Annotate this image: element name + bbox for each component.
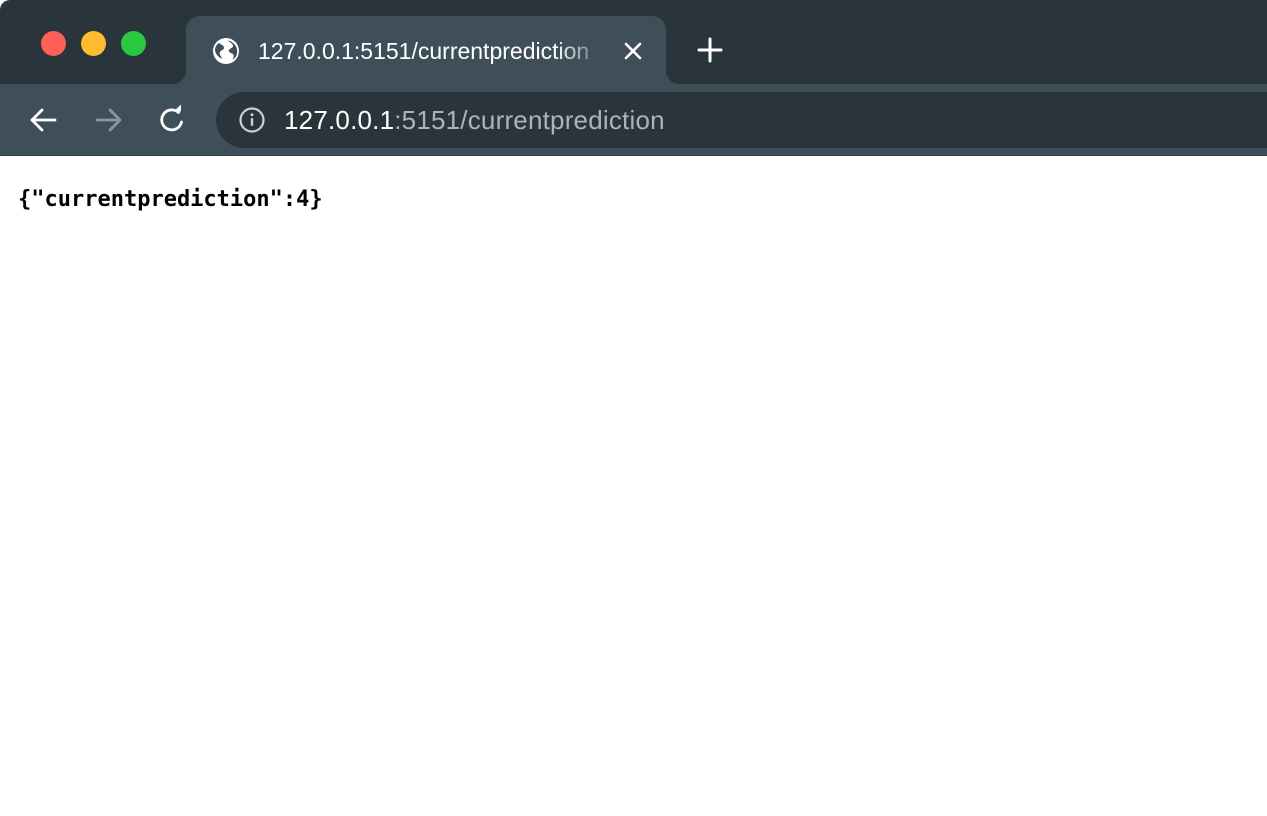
window-minimize-button[interactable]: [81, 31, 106, 56]
reload-icon[interactable]: [154, 102, 190, 138]
window-maximize-button[interactable]: [121, 31, 146, 56]
address-bar[interactable]: 127.0.0.1:5151/currentprediction: [216, 92, 1267, 148]
url-host: 127.0.0.1: [284, 105, 395, 135]
tab-title: 127.0.0.1:5151/currentprediction: [258, 38, 590, 64]
arrow-left-icon[interactable]: [26, 102, 62, 138]
json-response-text: {"currentprediction":4}: [18, 187, 323, 212]
browser-window: 127.0.0.1:5151/currentprediction 127.0.0…: [0, 0, 1267, 816]
plus-icon[interactable]: [694, 34, 726, 66]
page-content: {"currentprediction":4}: [0, 157, 1267, 816]
url-path: :5151/currentprediction: [394, 105, 665, 135]
close-icon[interactable]: [620, 38, 646, 64]
window-close-button[interactable]: [41, 31, 66, 56]
info-icon[interactable]: [238, 106, 266, 134]
arrow-right-icon[interactable]: [90, 102, 126, 138]
tab-strip: 127.0.0.1:5151/currentprediction: [0, 0, 1267, 84]
address-bar-url: 127.0.0.1:5151/currentprediction: [284, 104, 665, 136]
tab-active[interactable]: 127.0.0.1:5151/currentprediction: [172, 16, 680, 84]
globe-icon: [213, 38, 239, 64]
browser-toolbar: 127.0.0.1:5151/currentprediction: [0, 84, 1267, 156]
